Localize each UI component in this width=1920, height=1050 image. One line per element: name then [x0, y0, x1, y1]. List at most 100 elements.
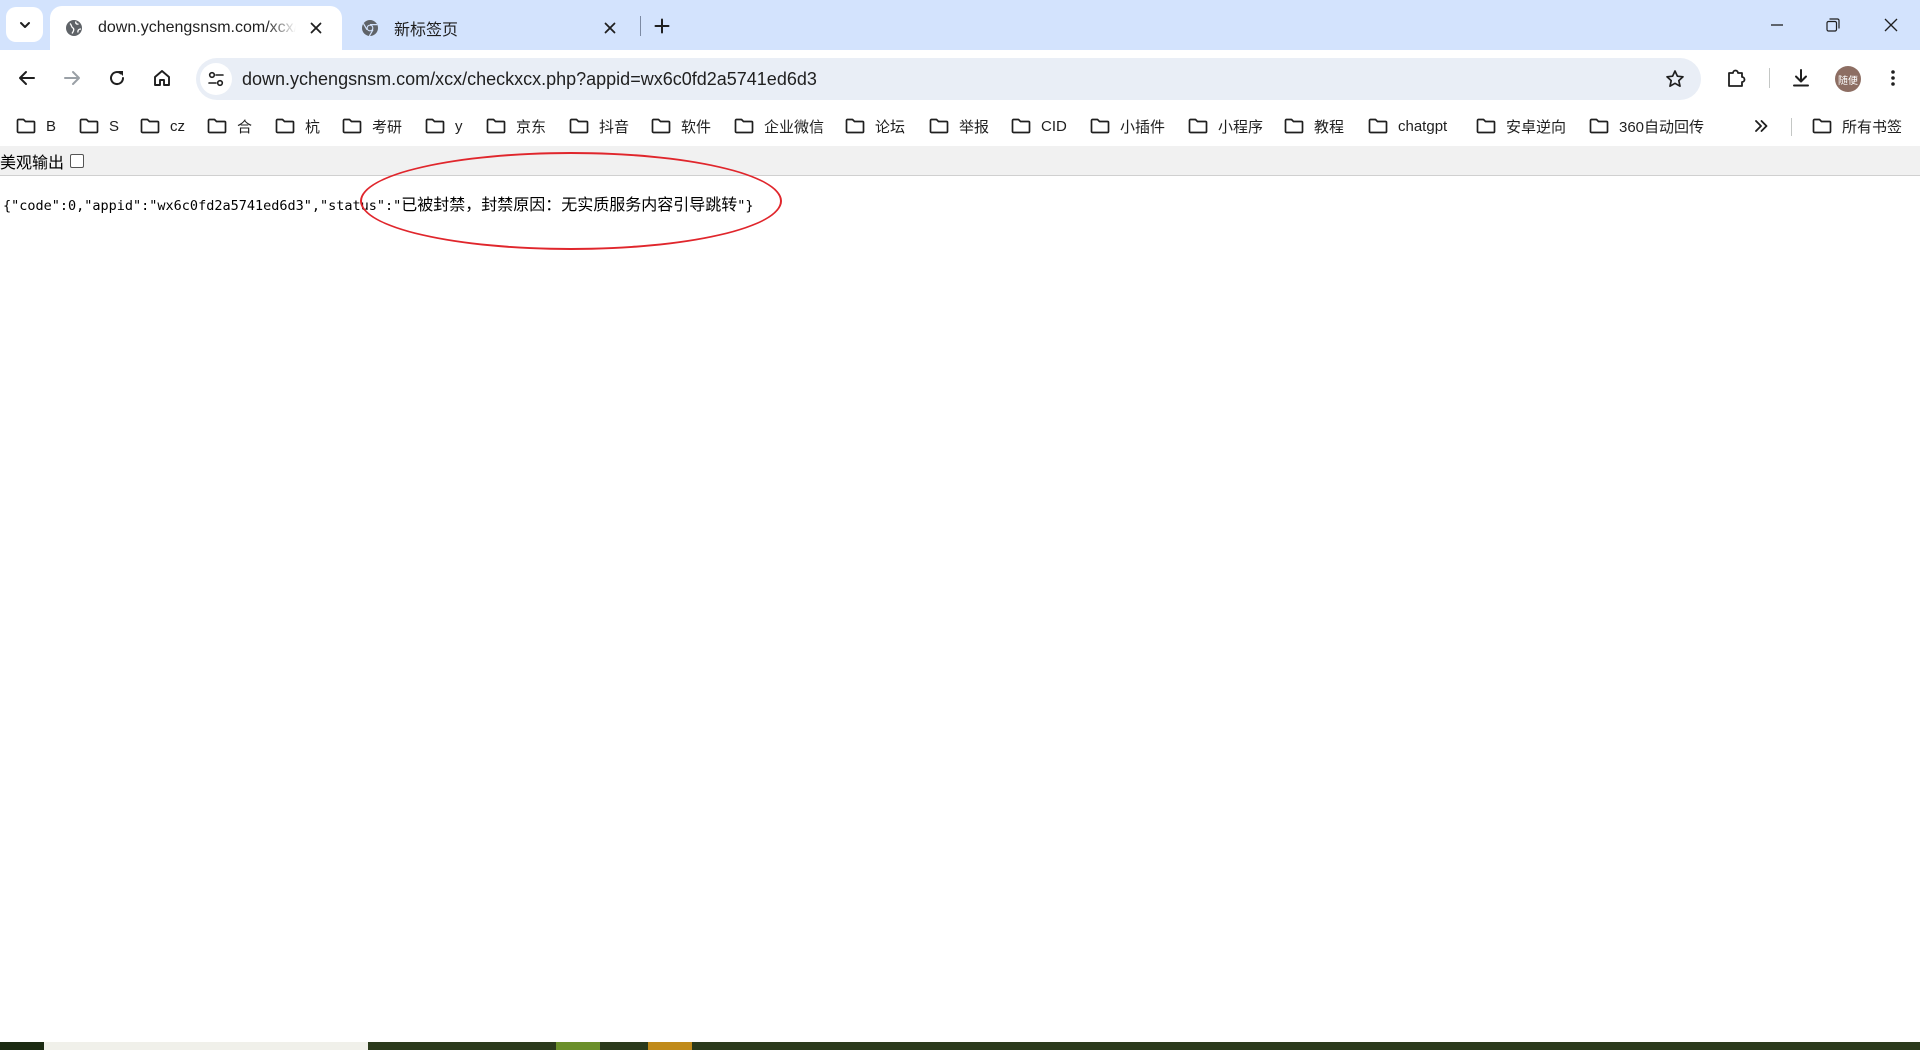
folder-icon: [1476, 118, 1496, 134]
extensions-button[interactable]: [1718, 60, 1754, 96]
window-close-button[interactable]: [1864, 0, 1918, 50]
bookmark-folder[interactable]: 举报: [929, 114, 989, 138]
json-text: {"code":0,"appid":"wx6c0fd2a5741ed6d3","…: [3, 198, 402, 214]
downloads-button[interactable]: [1783, 60, 1819, 96]
bookmark-folder[interactable]: 京东: [486, 114, 546, 138]
bookmark-label: 教程: [1314, 118, 1345, 136]
bookmark-folder[interactable]: CID: [1011, 114, 1067, 138]
bookmark-label: 小程序: [1218, 118, 1264, 136]
double-chevron-right-icon: [1755, 120, 1768, 132]
bookmark-folder[interactable]: 小插件: [1090, 114, 1165, 138]
bookmark-label: cz: [170, 117, 185, 135]
bookmark-folder[interactable]: 安卓逆向: [1476, 114, 1566, 138]
bookmark-label: y: [455, 117, 463, 135]
back-button[interactable]: [9, 60, 45, 96]
folder-icon: [1368, 118, 1388, 134]
bookmark-folder[interactable]: S: [79, 114, 119, 138]
bookmark-folder[interactable]: 合: [207, 114, 252, 138]
chevron-down-icon: [19, 21, 30, 28]
taskbar-segment: [44, 1042, 368, 1050]
folder-icon: [1188, 118, 1208, 134]
tune-icon: [208, 71, 224, 87]
bookmark-label: 杭: [305, 118, 321, 136]
folder-icon: [1090, 118, 1110, 134]
pretty-print-bar: 美观输出: [0, 146, 1920, 176]
bookmarks-divider: [1791, 118, 1792, 136]
tab-title: down.ychengsnsm.com/xcx/checkxcx.php?app…: [98, 19, 296, 36]
folder-icon: [342, 118, 362, 134]
home-icon: [154, 70, 170, 86]
url-text[interactable]: down.ychengsnsm.com/xcx/checkxcx.php?app…: [242, 58, 817, 100]
bookmark-folder[interactable]: 论坛: [845, 114, 905, 138]
more-bookmarks-button[interactable]: [1749, 114, 1773, 138]
tab-close-button[interactable]: [304, 16, 328, 40]
folder-icon: [845, 118, 865, 134]
bookmark-folder[interactable]: 软件: [651, 114, 711, 138]
site-info-button[interactable]: [200, 63, 232, 95]
all-bookmarks-button[interactable]: 所有书签: [1812, 114, 1902, 138]
close-icon: [604, 22, 616, 34]
bookmark-star-button[interactable]: [1659, 63, 1691, 95]
bookmark-label: 小插件: [1120, 118, 1166, 136]
pretty-print-checkbox[interactable]: [70, 153, 85, 168]
bookmark-label: 软件: [681, 118, 712, 136]
bookmark-label: 企业微信: [764, 118, 825, 136]
tab-separator: [640, 16, 641, 36]
taskbar-segment: [0, 1042, 44, 1050]
chrome-icon: [360, 18, 380, 38]
bookmark-folder[interactable]: 教程: [1284, 114, 1344, 138]
new-tab-button[interactable]: [648, 12, 676, 40]
bookmark-label: S: [109, 117, 120, 135]
bookmark-folder[interactable]: B: [16, 114, 56, 138]
folder-icon: [1284, 118, 1304, 134]
folder-icon: [140, 118, 160, 134]
bookmark-label: 所有书签: [1842, 118, 1903, 136]
page-content: 美观输出 {"code":0,"appid":"wx6c0fd2a5741ed6…: [0, 146, 1920, 1042]
download-icon: [1793, 69, 1809, 87]
toolbar-divider: [1769, 68, 1770, 88]
bookmark-label: 抖音: [599, 118, 630, 136]
bookmark-label: 论坛: [875, 118, 906, 136]
bookmark-label: 举报: [959, 118, 990, 136]
bookmark-folder[interactable]: 抖音: [569, 114, 629, 138]
profile-avatar[interactable]: 随便: [1835, 66, 1861, 92]
tab-new-tab-page[interactable]: 新标签页: [346, 6, 636, 50]
plus-icon: [654, 18, 670, 34]
tab-close-button[interactable]: [598, 16, 622, 40]
bookmark-folder[interactable]: cz: [140, 114, 185, 138]
folder-icon: [275, 118, 295, 134]
minimize-icon: [1771, 24, 1783, 26]
star-icon: [1666, 70, 1684, 88]
folder-icon: [929, 118, 949, 134]
reload-button[interactable]: [99, 60, 135, 96]
home-button[interactable]: [144, 60, 180, 96]
bookmark-folder[interactable]: 杭: [275, 114, 320, 138]
arrow-right-icon: [64, 71, 80, 85]
tab-search-button[interactable]: [6, 7, 43, 42]
taskbar-segment: [648, 1042, 692, 1050]
arrow-left-icon: [19, 71, 35, 85]
bookmark-label: CID: [1041, 117, 1067, 135]
browser-window: down.ychengsnsm.com/xcx/checkxcx.php?app…: [0, 0, 1920, 1050]
bookmark-folder[interactable]: chatgpt: [1368, 114, 1447, 138]
bookmark-folder[interactable]: 360自动回传: [1589, 114, 1704, 138]
browser-menu-button[interactable]: [1875, 60, 1911, 96]
folder-icon: [1589, 118, 1609, 134]
bookmark-label: 安卓逆向: [1506, 118, 1567, 136]
forward-button[interactable]: [54, 60, 90, 96]
folder-icon: [1812, 118, 1832, 134]
restore-icon: [1826, 18, 1840, 32]
reload-icon: [110, 71, 125, 86]
bookmark-folder[interactable]: 考研: [342, 114, 402, 138]
tab-title: 新标签页: [394, 22, 459, 39]
restore-button[interactable]: [1806, 0, 1860, 50]
bookmark-folder[interactable]: 小程序: [1188, 114, 1263, 138]
bookmark-folder[interactable]: y: [425, 114, 463, 138]
minimize-button[interactable]: [1750, 0, 1804, 50]
bookmark-folder[interactable]: 企业微信: [734, 114, 824, 138]
bookmark-label: 京东: [516, 118, 547, 136]
folder-icon: [486, 118, 506, 134]
folder-icon: [207, 118, 227, 134]
address-bar[interactable]: down.ychengsnsm.com/xcx/checkxcx.php?app…: [196, 58, 1701, 100]
tab-active[interactable]: down.ychengsnsm.com/xcx/checkxcx.php?app…: [50, 6, 342, 50]
